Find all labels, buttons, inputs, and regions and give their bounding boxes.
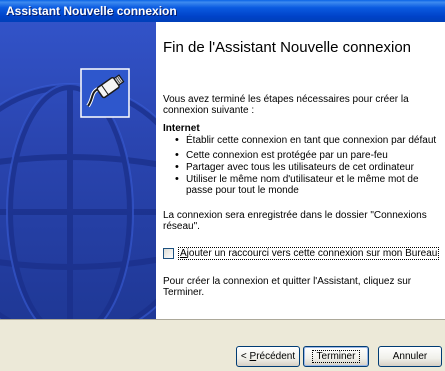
list-item: Cette connexion est protégée par un pare… [175, 150, 437, 161]
title-bar[interactable]: Assistant Nouvelle connexion [0, 0, 445, 22]
globe-watermark-icon [0, 83, 156, 319]
network-cable-plug-icon [80, 68, 130, 118]
wizard-side-panel [0, 22, 156, 319]
shortcut-option[interactable]: Ajouter un raccourci vers cette connexio… [163, 247, 440, 260]
finish-button-label: Terminer [311, 350, 361, 363]
finish-instructions: Pour créer la connexion et quitter l'Ass… [163, 276, 412, 298]
intro-text: Vous avez terminé les étapes nécessaires… [163, 94, 409, 116]
cancel-button[interactable]: Annuler [378, 346, 442, 367]
window-title: Assistant Nouvelle connexion [6, 4, 177, 18]
shortcut-checkbox[interactable] [163, 248, 174, 259]
wizard-content: Fin de l'Assistant Nouvelle connexion Vo… [163, 22, 445, 319]
finish-button[interactable]: Terminer [303, 346, 369, 367]
shortcut-checkbox-label[interactable]: Ajouter un raccourci vers cette connexio… [178, 247, 440, 260]
connection-settings-list: Établir cette connexion en tant que conn… [175, 135, 437, 197]
list-item: Utiliser le même nom d'utilisateur et le… [175, 174, 437, 196]
connection-name: Internet [163, 123, 200, 134]
list-item: Partager avec tous les utilisateurs de c… [175, 162, 437, 173]
list-item: Établir cette connexion en tant que conn… [175, 135, 437, 146]
button-bar: < Précédent Terminer Annuler [0, 319, 445, 371]
back-button[interactable]: < Précédent [236, 346, 300, 367]
wizard-window: Assistant Nouvelle connexion Fin de l'As… [0, 0, 445, 371]
page-title: Fin de l'Assistant Nouvelle connexion [163, 39, 411, 56]
save-location-note: La connexion sera enregistrée dans le do… [163, 210, 427, 232]
